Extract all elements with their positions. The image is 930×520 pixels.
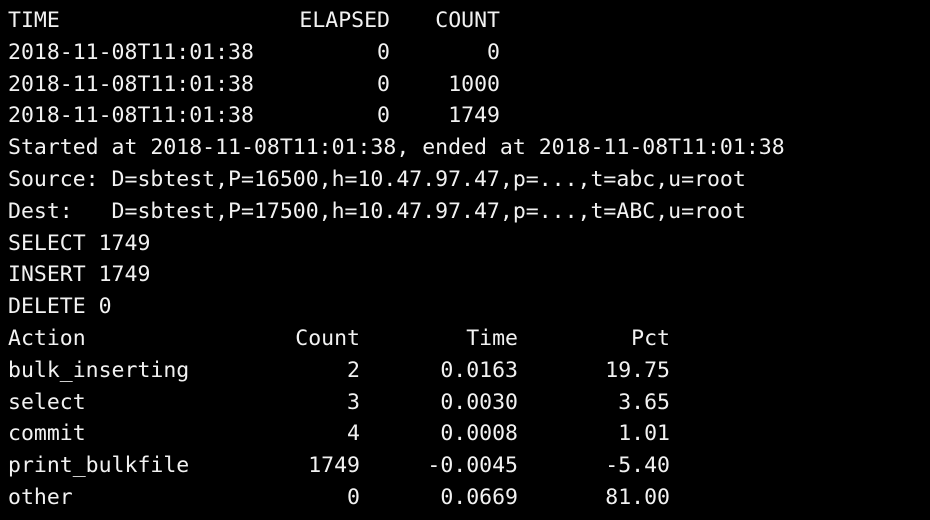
action-table-row: commit 4 0.0008 1.01 <box>0 418 930 450</box>
action-table-row: select 3 0.0030 3.65 <box>0 387 930 419</box>
terminal-output[interactable]: TIME ELAPSED COUNT 2018-11-08T11:01:38 0… <box>0 0 930 520</box>
action-name: other <box>8 484 73 510</box>
action-table-header-row: Action Count Time Pct <box>0 323 930 355</box>
action-name: select <box>8 389 86 415</box>
action-pct: -5.40 <box>605 453 670 479</box>
progress-table-row: 2018-11-08T11:01:38 0 0 <box>0 37 930 69</box>
action-table-row: other 0 0.0669 81.00 <box>0 482 930 514</box>
progress-count: 1749 <box>448 103 500 129</box>
action-pct: 19.75 <box>605 357 670 383</box>
progress-table-row: 2018-11-08T11:01:38 0 1000 <box>0 69 930 101</box>
progress-count: 0 <box>487 39 500 65</box>
action-pct: 1.01 <box>618 421 670 447</box>
progress-table-header-row: TIME ELAPSED COUNT <box>0 5 930 37</box>
column-header-action: Action <box>8 325 86 351</box>
action-table-row: bulk_inserting 2 0.0163 19.75 <box>0 355 930 387</box>
summary-line-delete: DELETE 0 <box>8 294 112 320</box>
action-name: commit <box>8 421 86 447</box>
summary-line-dest: Dest: D=sbtest,P=17500,h=10.47.97.47,p=.… <box>8 198 746 224</box>
action-pct: 3.65 <box>618 389 670 415</box>
summary-line-insert: INSERT 1749 <box>8 262 151 288</box>
summary-line-started-ended: Started at 2018-11-08T11:01:38, ended at… <box>8 135 785 161</box>
column-header-time: TIME <box>8 8 60 33</box>
column-header-count: COUNT <box>435 8 500 33</box>
action-pct: 81.00 <box>605 484 670 510</box>
progress-count: 1000 <box>448 71 500 97</box>
progress-table-row: 2018-11-08T11:01:38 0 1749 <box>0 100 930 132</box>
action-table-row: print_bulkfile 1749 -0.0045 -5.40 <box>0 450 930 482</box>
summary-line-select: SELECT 1749 <box>8 230 151 256</box>
column-header-action-pct: Pct <box>631 325 670 351</box>
summary-line-source: Source: D=sbtest,P=16500,h=10.47.97.47,p… <box>8 166 746 192</box>
